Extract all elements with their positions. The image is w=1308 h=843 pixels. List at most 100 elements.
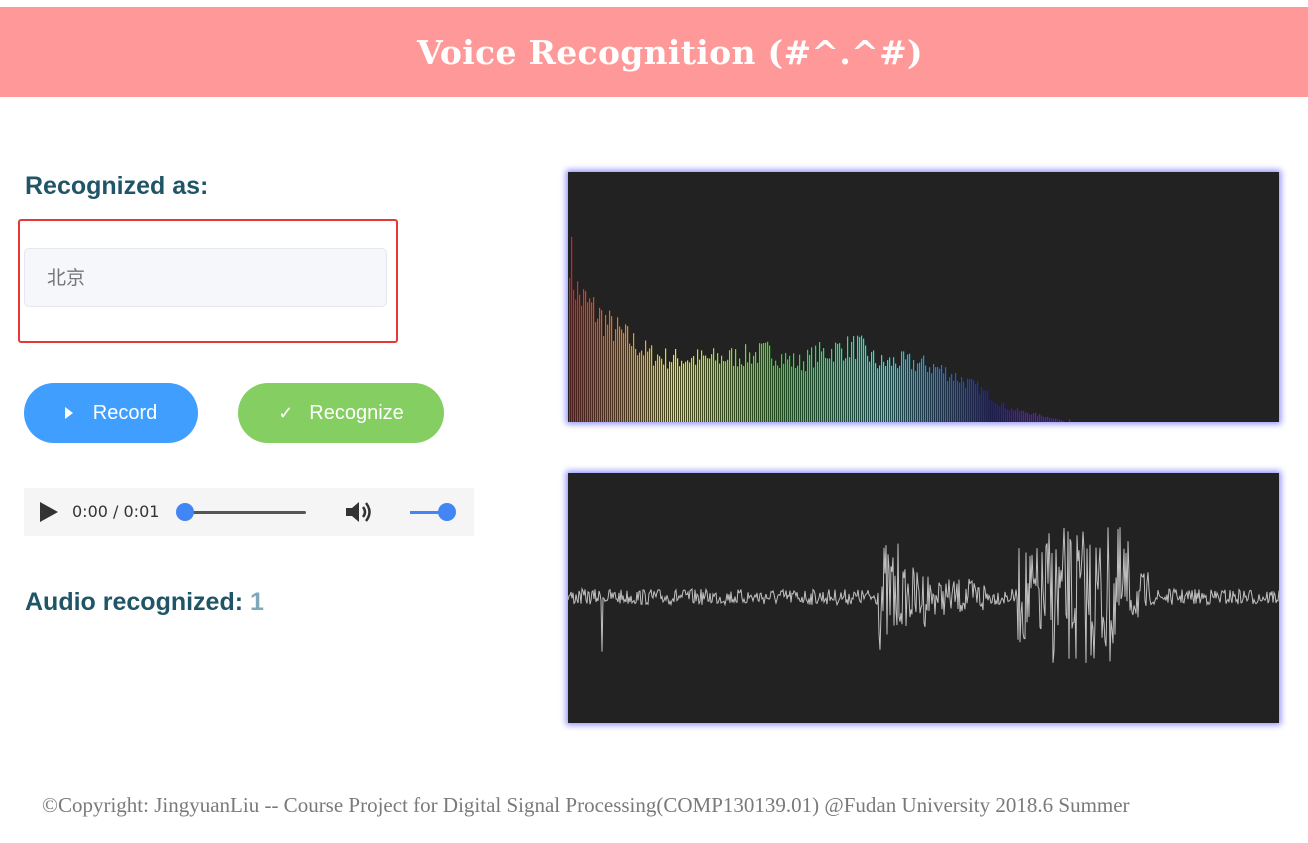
spectrum-bar <box>933 363 935 422</box>
spectrum-bar <box>601 310 603 422</box>
spectrum-bar <box>581 305 583 422</box>
spectrum-bar <box>967 378 969 422</box>
spectrum-bar <box>805 371 807 422</box>
spectrum-bar <box>927 372 929 422</box>
spectrum-bar <box>997 404 999 422</box>
spectrum-bar <box>615 329 617 422</box>
spectrum-bar <box>955 373 957 422</box>
spectrum-bar <box>653 365 655 422</box>
spectrum-bar <box>637 355 639 422</box>
spectrum-bar <box>843 360 845 422</box>
spectrum-bar <box>607 324 609 422</box>
spectrum-bar <box>941 365 943 422</box>
spectrum-bar <box>1013 410 1015 422</box>
volume-slider-thumb[interactable] <box>438 503 456 521</box>
spectrum-bar <box>787 359 789 422</box>
audio-progress-thumb[interactable] <box>176 503 194 521</box>
spectrum-bar <box>1025 412 1027 422</box>
spectrum-bar <box>977 381 979 422</box>
audio-player: 0:00 / 0:01 <box>24 488 474 536</box>
spectrum-bar <box>827 358 829 422</box>
spectrum-bar <box>815 345 817 422</box>
spectrum-bar <box>767 341 769 422</box>
spectrum-bar <box>925 365 927 422</box>
spectrum-bar <box>939 368 941 422</box>
spectrum-bar <box>913 359 915 422</box>
spectrum-bar <box>803 361 805 422</box>
audio-play-icon[interactable] <box>40 502 58 522</box>
spectrum-bar <box>975 384 977 422</box>
spectrum-bar <box>949 377 951 422</box>
spectrum-bar <box>989 400 991 422</box>
spectrum-bar <box>1027 412 1029 422</box>
spectrum-bar <box>1045 417 1047 422</box>
spectrum-bar <box>857 335 859 422</box>
recognize-button[interactable]: ✓ Recognize <box>238 383 444 443</box>
spectrum-bar <box>891 365 893 422</box>
header-bar: Voice Recognition (#^.^#) <box>0 7 1308 97</box>
recognized-as-label: Recognized as: <box>25 172 209 200</box>
spectrum-bar <box>1063 420 1065 422</box>
spectrum-bar <box>957 380 959 422</box>
voice-recognition-page: Voice Recognition (#^.^#) Recognized as:… <box>0 0 1308 843</box>
record-button-label: Record <box>92 401 158 424</box>
spectrum-bar <box>777 365 779 422</box>
recognized-text-input[interactable] <box>24 248 387 307</box>
page-title: Voice Recognition (#^.^#) <box>417 32 923 72</box>
spectrum-bar <box>877 368 879 422</box>
spectrum-bar <box>1035 412 1037 422</box>
spectrum-bar <box>789 355 791 422</box>
recognize-button-label: Recognize <box>309 401 404 424</box>
spectrum-bar <box>905 359 907 422</box>
spectrum-bar <box>769 345 771 422</box>
volume-icon[interactable] <box>344 499 374 525</box>
spectrum-bar <box>599 307 601 422</box>
spectrum-bar <box>1021 410 1023 422</box>
spectrum-bar <box>693 356 695 422</box>
audio-recognized-value: 1 <box>250 588 264 616</box>
spectrum-bar <box>633 333 635 422</box>
spectrum-bar <box>757 362 759 422</box>
record-button[interactable]: Record <box>24 383 198 443</box>
spectrum-bar <box>735 349 737 422</box>
spectrum-bar <box>795 368 797 422</box>
spectrum-bar <box>649 348 651 422</box>
spectrum-bar <box>661 358 663 422</box>
spectrum-bar <box>791 366 793 422</box>
spectrum-bar <box>1007 409 1009 422</box>
spectrum-bar <box>793 353 795 422</box>
spectrum-bar <box>1041 415 1043 422</box>
spectrum-bar <box>643 355 645 422</box>
spectrum-bar <box>701 350 703 422</box>
spectrum-bar <box>737 366 739 422</box>
spectrum-bar <box>965 387 967 422</box>
spectrum-bar <box>711 354 713 422</box>
spectrum-bar <box>831 348 833 422</box>
spectrum-bar <box>663 364 665 422</box>
spectrum-bar <box>723 360 725 422</box>
spectrum-bar <box>571 236 573 422</box>
spectrum-bar <box>675 348 677 422</box>
spectrum-bar <box>961 377 963 422</box>
spectrum-bar <box>859 337 861 422</box>
footer-copyright: ©Copyright: JingyuanLiu -- Course Projec… <box>42 793 1130 817</box>
spectrum-bar <box>743 366 745 422</box>
audio-progress-track[interactable] <box>186 511 306 514</box>
spectrum-bar <box>657 354 659 422</box>
spectrum-bar <box>691 357 693 422</box>
spectrum-bar <box>837 343 839 422</box>
spectrum-bar <box>755 352 757 422</box>
spectrum-bar <box>729 350 731 422</box>
spectrum-bar <box>889 357 891 422</box>
spectrum-bar <box>1043 416 1045 422</box>
spectrum-bar <box>705 355 707 422</box>
spectrum-bar <box>879 365 881 422</box>
spectrum-bar <box>651 345 653 422</box>
spectrum-bar <box>1009 410 1011 422</box>
spectrum-bar <box>753 355 755 422</box>
spectrum-bar <box>895 363 897 422</box>
spectrum-bar <box>585 291 587 422</box>
spectrum-bar <box>759 343 761 422</box>
spectrum-bar <box>763 343 765 422</box>
spectrum-bar <box>587 302 589 422</box>
